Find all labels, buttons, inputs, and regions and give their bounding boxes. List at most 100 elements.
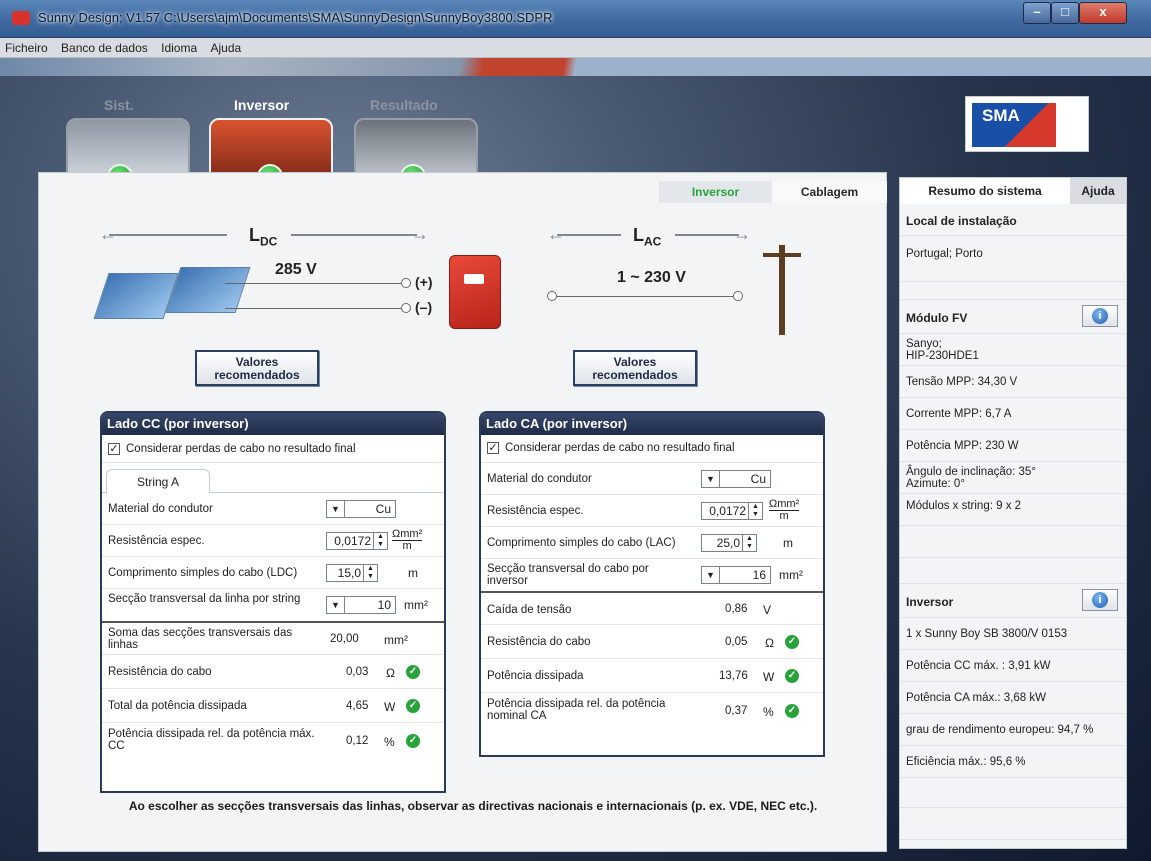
dc-material-select[interactable]: ▼ Cu: [326, 500, 396, 518]
location-heading: Local de instalação: [900, 204, 1126, 236]
ac-rel-value: 0,37: [725, 705, 748, 717]
check-ok-icon: ✓: [406, 734, 420, 748]
menu-ficheiro[interactable]: Ficheiro: [0, 38, 53, 55]
ac-side-box: Lado CA (por inversor) ✓ Considerar perd…: [479, 411, 825, 757]
sma-logo-text: SMA: [982, 106, 1020, 125]
ac-power-value: 13,76: [719, 670, 748, 682]
minimize-button[interactable]: –: [1023, 2, 1051, 24]
inverter-heading: Inversor i: [900, 584, 1126, 618]
check-ok-icon: ✓: [785, 704, 799, 718]
plus-terminal-icon: [401, 278, 411, 288]
dc-consider-row: ✓ Considerar perdas de cabo no resultado…: [102, 435, 444, 463]
ac-resistance-label: Resistência espec.: [487, 505, 584, 517]
module-heading: Módulo FV i: [900, 300, 1126, 334]
spin-arrows-icon[interactable]: ▲ ▼: [363, 565, 377, 581]
inverter-display: [464, 274, 484, 284]
spin-arrows-icon[interactable]: ▲ ▼: [748, 503, 762, 519]
check-ok-icon: ✓: [406, 699, 420, 713]
ac-material-row: Material do condutor ▼ Cu: [481, 463, 823, 495]
ac-drop-unit: V: [763, 603, 772, 617]
ac-cable-res-label: Resistência do cabo: [487, 636, 591, 648]
dc-length-value: 15,0: [337, 566, 361, 580]
step-label-inversor[interactable]: Inversor: [234, 97, 289, 113]
dc-minus-wire: [225, 308, 401, 309]
ac-resistance-value: 0,0172: [709, 504, 746, 518]
dc-rel-label: Potência dissipada rel. da potência máx.…: [108, 728, 315, 752]
ac-drop-row: Caída de tensão 0,86 V: [481, 593, 823, 625]
tab-ajuda[interactable]: Ajuda: [1070, 178, 1126, 204]
ac-consider-label: Considerar perdas de cabo no resultado f…: [505, 442, 735, 454]
menu-banco-de-dados[interactable]: Banco de dados: [56, 38, 153, 55]
ac-rel-label: Potência dissipada rel. da potência nomi…: [487, 698, 666, 722]
ldc-line-right: [291, 234, 417, 236]
ldc-line-left: [109, 234, 227, 236]
mpp-current: Corrente MPP: 6,7 A: [900, 398, 1126, 430]
dc-section-row: Secção transversal da linha por string ▼…: [102, 589, 444, 621]
recommended-values-ac-button[interactable]: Valores recomendados: [573, 350, 697, 386]
ac-drop-value: 0,86: [725, 603, 748, 615]
dc-consider-label: Considerar perdas de cabo no resultado f…: [126, 443, 356, 455]
ac-wire: [557, 296, 733, 297]
dc-section-select[interactable]: ▼ 10: [326, 596, 396, 614]
module-info-button[interactable]: i: [1082, 305, 1118, 327]
lac-line-left: [557, 234, 621, 236]
dc-power-value: 4,65: [346, 700, 369, 712]
spin-arrows-icon[interactable]: ▲ ▼: [742, 535, 756, 551]
ac-rel-unit: %: [763, 705, 774, 719]
pole-mast: [779, 245, 785, 335]
check-ok-icon: ✓: [785, 635, 799, 649]
close-button[interactable]: x: [1079, 2, 1127, 24]
arrow-right-icon: →: [733, 224, 751, 244]
dc-sum-value: 20,00: [330, 633, 359, 645]
modules-per-string: Módulos x string: 9 x 2: [900, 494, 1126, 526]
inverter-model: 1 x Sunny Boy SB 3800/V 0153: [900, 618, 1126, 650]
dc-cable-res-label: Resistência do cabo: [108, 666, 212, 678]
dc-length-row: Comprimento simples do cabo (LDC) 15,0 ▲ ▼…: [102, 557, 444, 589]
tab-cablagem[interactable]: Cablagem: [772, 181, 887, 203]
cable-note: Ao escolher as secções transversais das …: [128, 799, 818, 813]
dc-cable-res-row: Resistência do cabo 0,03 Ω ✓: [102, 655, 444, 689]
ac-consider-checkbox[interactable]: ✓: [487, 442, 499, 454]
spin-arrows-icon[interactable]: ▲ ▼: [373, 533, 387, 549]
summary-panel: Resumo do sistema Ajuda Local de instala…: [899, 177, 1127, 849]
ac-section-row: Secção transversal do cabo por inversor …: [481, 559, 823, 591]
ac-length-stepper[interactable]: 25,0 ▲ ▼: [701, 534, 757, 552]
dc-material-label: Material do condutor: [108, 503, 213, 515]
dc-consider-checkbox[interactable]: ✓: [108, 443, 120, 455]
menu-idioma[interactable]: Idioma: [156, 38, 202, 55]
ac-resistance-stepper[interactable]: 0,0172 ▲ ▼: [701, 502, 763, 520]
module-manufacturer: Sanyo;: [906, 338, 942, 350]
tab-resumo-do-sistema[interactable]: Resumo do sistema: [900, 178, 1070, 204]
inverter-info-button[interactable]: i: [1082, 589, 1118, 611]
ac-resistance-unit: Ωmm² m: [769, 498, 800, 522]
dc-length-stepper[interactable]: 15,0 ▲ ▼: [326, 564, 378, 582]
ac-cable-res-unit: Ω: [765, 636, 774, 650]
ac-section-label: Secção transversal do cabo por inversor: [487, 563, 649, 587]
dc-material-value: Cu: [375, 502, 391, 516]
dc-resistance-label: Resistência espec.: [108, 535, 205, 547]
ac-material-select[interactable]: ▼ Cu: [701, 470, 771, 488]
spacer-row: [900, 526, 1126, 558]
menu-ajuda[interactable]: Ajuda: [206, 38, 247, 55]
inverter-icon: [449, 255, 501, 329]
ac-section-select[interactable]: ▼ 16: [701, 566, 771, 584]
dc-resistance-stepper[interactable]: 0,0172 ▲ ▼: [326, 532, 388, 550]
ac-resistance-row: Resistência espec. 0,0172 ▲ ▼ Ωmm² m: [481, 495, 823, 527]
dc-resistance-value: 0,0172: [334, 534, 371, 548]
dc-side-box: Lado CC (por inversor) ✓ Considerar perd…: [100, 411, 446, 793]
step-tab-sist[interactable]: [66, 118, 190, 174]
tab-string-a[interactable]: String A: [106, 469, 210, 493]
dc-box-title: Lado CC (por inversor): [102, 413, 444, 435]
recommended-values-dc-button[interactable]: Valores recomendados: [195, 350, 319, 386]
step-label-sist[interactable]: Sist.: [104, 97, 134, 113]
tab-inversor[interactable]: Inversor: [659, 181, 772, 203]
module-heading-text: Módulo FV: [906, 311, 968, 325]
arrow-right-icon: →: [411, 224, 429, 244]
step-label-resultado[interactable]: Resultado: [370, 97, 438, 113]
ac-material-label: Material do condutor: [487, 473, 592, 485]
max-efficiency: Eficiência máx.: 95,6 %: [900, 746, 1126, 778]
subtab-bar: Inversor Cablagem: [659, 181, 887, 203]
ac-length-label: Comprimento simples do cabo (LAC): [487, 537, 676, 549]
tilt-azimuth: Ângulo de inclinação: 35° Azimute: 0°: [900, 462, 1126, 494]
maximize-button[interactable]: □: [1051, 2, 1079, 24]
